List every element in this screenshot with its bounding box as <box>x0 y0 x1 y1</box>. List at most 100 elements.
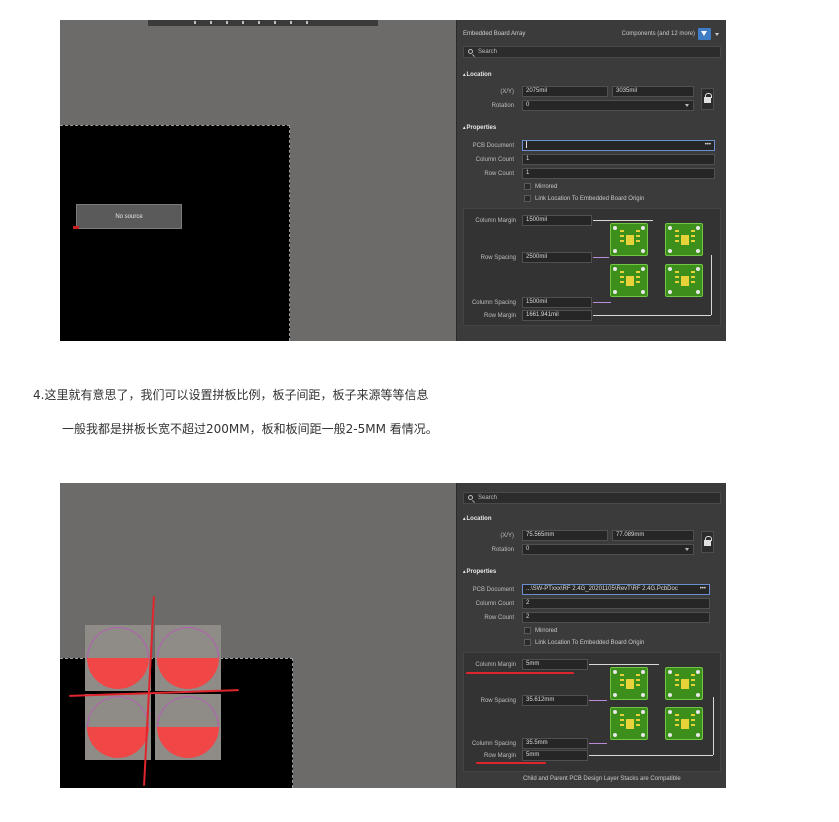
row-margin-vertical-guide <box>711 255 712 315</box>
rotation-select[interactable]: 0 <box>522 544 694 555</box>
location-section-header[interactable]: Location <box>463 72 492 78</box>
annotation-underline-row-margin <box>476 762 546 764</box>
row-spacing-field[interactable]: 35.612mm <box>522 695 588 706</box>
rotation-select[interactable]: 0 <box>522 100 694 111</box>
rotation-label: Rotation <box>491 547 514 553</box>
row-margin-guide <box>593 315 711 316</box>
article-paragraph-1: 4.这里就有意思了，我们可以设置拼板比例，板子间距，板子来源等等信息 <box>33 388 429 402</box>
mirrored-label: Mirrored <box>535 184 558 190</box>
rotation-label: Rotation <box>491 103 514 109</box>
row-spacing-field[interactable]: 2500mil <box>522 252 592 263</box>
panel-title: Embedded Board Array <box>463 31 526 37</box>
column-spacing-label: Column Spacing <box>471 741 516 747</box>
layer-stack-compatibility-note: Child and Parent PCB Design Layer Stacks… <box>523 776 681 782</box>
row-margin-guide <box>589 755 713 756</box>
search-icon <box>468 49 473 54</box>
column-spacing-field[interactable]: 1500mil <box>522 297 592 308</box>
array-spacing-group: Column Margin 1500mil Row Spacing 2500mi… <box>463 208 721 326</box>
screenshot-embedded-board-array-2: Search Location (X/Y) 75.565mm 77.089mm … <box>60 483 726 788</box>
board-thumbnail <box>610 707 648 740</box>
array-spacing-group: Column Margin 5mm Row Spacing 35.612mm C… <box>463 652 721 772</box>
row-margin-vertical-guide <box>713 697 714 755</box>
lock-icon[interactable] <box>701 88 714 110</box>
search-icon <box>468 495 473 500</box>
column-spacing-guide <box>589 743 607 744</box>
column-margin-field[interactable]: 5mm <box>522 659 588 670</box>
screenshot-embedded-board-array-1: No source Embedded Board Array Component… <box>60 20 726 341</box>
search-placeholder: Search <box>478 49 498 55</box>
chevron-down-icon[interactable] <box>715 33 719 36</box>
pcb-canvas[interactable] <box>60 483 456 788</box>
pcb-document-field[interactable]: ••• <box>522 140 715 151</box>
y-field[interactable]: 77.089mm <box>612 530 694 541</box>
row-margin-field[interactable]: 5mm <box>522 750 588 761</box>
column-spacing-label: Column Spacing <box>471 300 516 306</box>
board-thumbnail <box>610 667 648 700</box>
column-margin-guide <box>593 220 653 221</box>
no-source-placeholder[interactable]: No source <box>76 204 182 229</box>
board-outline <box>60 125 290 341</box>
column-margin-label: Column Margin <box>475 662 516 668</box>
y-field[interactable]: 3035mil <box>612 86 694 97</box>
row-spacing-guide <box>589 700 607 701</box>
pcb-document-label: PCB Document <box>472 587 514 593</box>
xy-label: (X/Y) <box>500 89 514 95</box>
board-thumbnail <box>665 707 703 740</box>
row-margin-label: Row Margin <box>483 753 516 759</box>
xy-label: (X/Y) <box>500 533 514 539</box>
properties-section-header[interactable]: Properties <box>463 569 497 575</box>
x-field[interactable]: 2075mil <box>522 86 608 97</box>
row-count-field[interactable]: 2 <box>522 612 710 623</box>
embedded-board <box>85 694 151 760</box>
text-cursor <box>526 141 527 148</box>
row-count-field[interactable]: 1 <box>522 168 715 179</box>
board-thumbnail <box>610 264 648 297</box>
canvas-toolbar-strip <box>148 20 378 26</box>
column-count-field[interactable]: 1 <box>522 154 715 165</box>
board-thumbnail <box>665 667 703 700</box>
link-location-label: Link Location To Embedded Board Origin <box>535 640 645 646</box>
search-input[interactable]: Search <box>463 492 721 504</box>
column-count-label: Column Count <box>475 601 514 607</box>
mirrored-checkbox[interactable] <box>524 627 531 634</box>
pcb-document-field[interactable]: ...\SW-PTxxx\RF 2.4G_20201105\RevT\RF 2.… <box>522 584 710 595</box>
properties-section-header[interactable]: Properties <box>463 125 497 131</box>
lock-icon[interactable] <box>701 531 714 553</box>
row-spacing-guide <box>593 257 609 258</box>
pcb-canvas[interactable]: No source <box>60 20 456 341</box>
column-margin-field[interactable]: 1500mil <box>522 215 592 226</box>
row-margin-label: Row Margin <box>483 313 516 319</box>
search-placeholder: Search <box>478 495 498 501</box>
x-field[interactable]: 75.565mm <box>522 530 608 541</box>
column-margin-guide <box>589 664 659 665</box>
row-count-label: Row Count <box>484 171 514 177</box>
column-margin-label: Column Margin <box>475 218 516 224</box>
column-count-field[interactable]: 2 <box>522 598 710 609</box>
row-count-label: Row Count <box>484 615 514 621</box>
mirrored-checkbox[interactable] <box>524 183 531 190</box>
link-location-checkbox[interactable] <box>524 639 531 646</box>
pcb-document-label: PCB Document <box>472 143 514 149</box>
filter-summary[interactable]: Components (and 12 more) <box>622 31 695 37</box>
mirrored-label: Mirrored <box>535 628 558 634</box>
location-section-header[interactable]: Location <box>463 516 492 522</box>
browse-button[interactable]: ••• <box>700 585 706 594</box>
column-spacing-field[interactable]: 35.5mm <box>522 738 588 749</box>
properties-panel: Embedded Board Array Components (and 12 … <box>456 20 726 341</box>
browse-button[interactable]: ••• <box>705 141 711 150</box>
filter-icon[interactable] <box>698 28 711 40</box>
link-location-checkbox[interactable] <box>524 195 531 202</box>
panel-header: Embedded Board Array Components (and 12 … <box>463 28 721 42</box>
pcb-document-value: ...\SW-PTxxx\RF 2.4G_20201105\RevT\RF 2.… <box>526 586 678 592</box>
row-spacing-label: Row Spacing <box>480 698 516 704</box>
embedded-board <box>85 625 151 691</box>
search-input[interactable]: Search <box>463 46 721 58</box>
properties-panel: Search Location (X/Y) 75.565mm 77.089mm … <box>456 483 726 788</box>
link-location-label: Link Location To Embedded Board Origin <box>535 196 645 202</box>
embedded-board <box>155 694 221 760</box>
origin-marker <box>73 226 79 229</box>
embedded-board <box>155 625 221 691</box>
row-margin-field[interactable]: 1661.941mil <box>522 310 592 321</box>
article-paragraph-2: 一般我都是拼板长宽不超过200MM，板和板间距一般2-5MM 看情况。 <box>62 422 438 436</box>
column-count-label: Column Count <box>475 157 514 163</box>
